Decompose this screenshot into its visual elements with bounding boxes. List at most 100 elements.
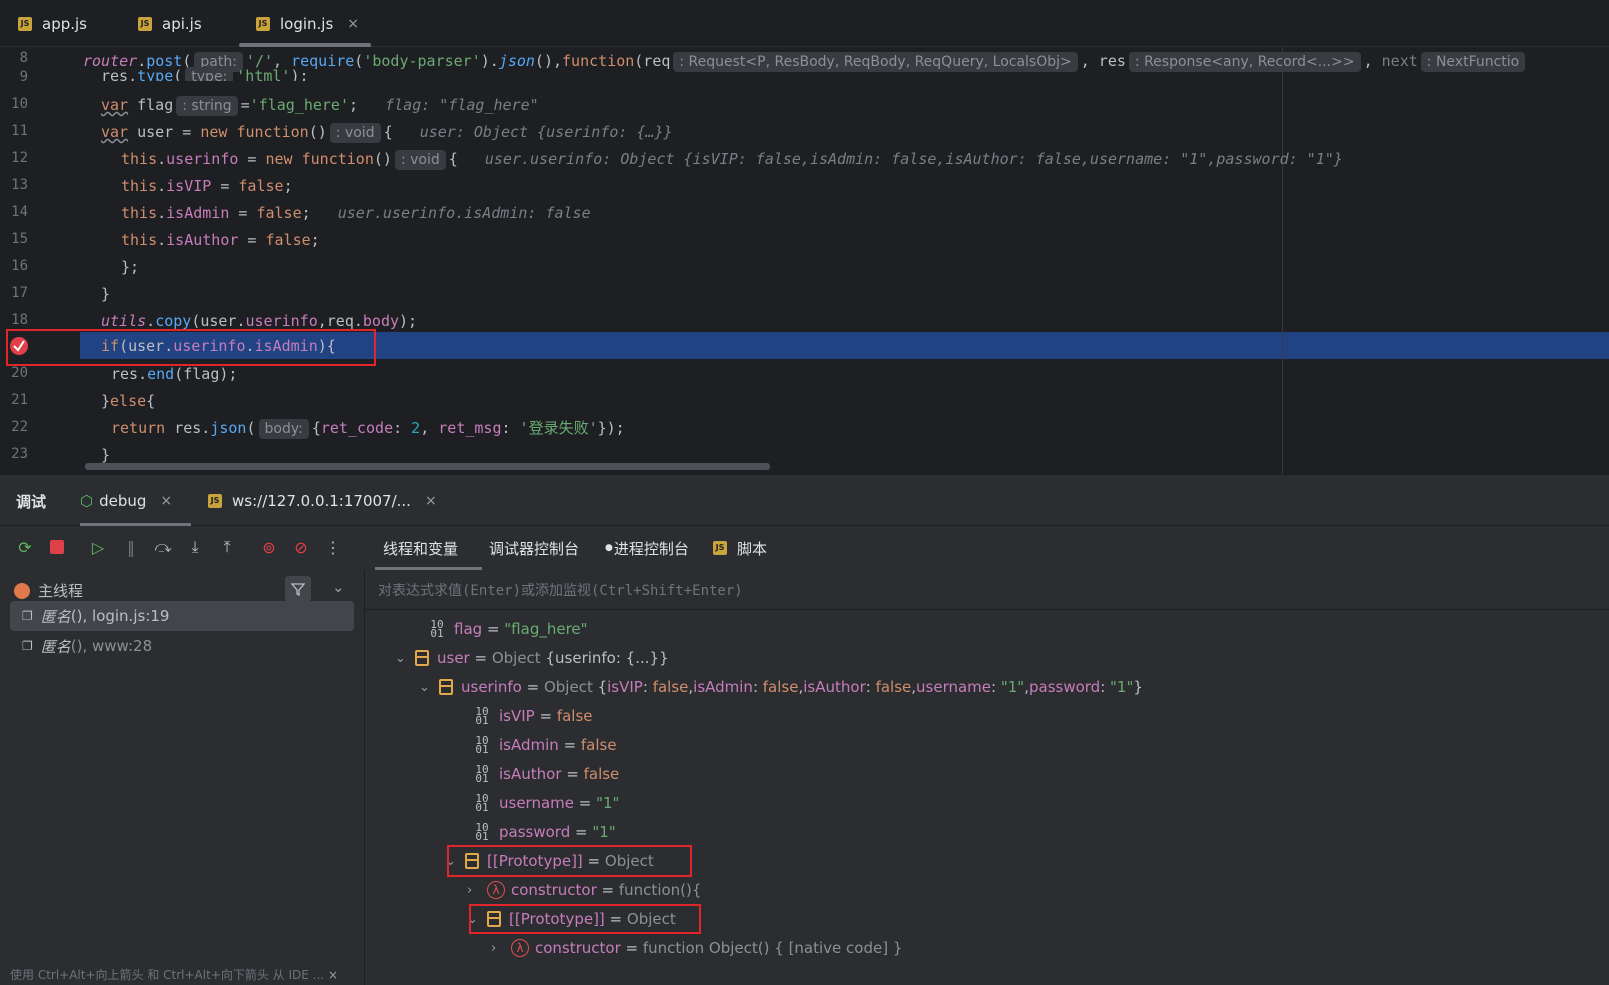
thread-selector[interactable]: 主线程	[14, 580, 83, 601]
chevron-right-icon[interactable]: ›	[467, 883, 487, 898]
debug-content-tabs: 线程和变量 调试器控制台 ● 进程控制台 JS 脚本	[365, 526, 1609, 570]
code-line-14: this.isAdmin = false; user.userinfo.isAd…	[121, 204, 591, 222]
var-row-isvip[interactable]: 10 01 isVIP = false	[473, 702, 592, 730]
code-line-9: res.type(type:'html');	[101, 67, 309, 81]
line-number: 9	[19, 69, 28, 81]
editor-tab-bar: JS app.js JS api.js JS login.js ×	[0, 0, 1609, 47]
step-out-icon[interactable]: ⤒	[216, 536, 238, 558]
stop-icon[interactable]	[46, 536, 68, 558]
var-row-isadmin[interactable]: 10 01 isAdmin = false	[473, 731, 616, 759]
line-number: 15	[11, 231, 28, 247]
line-number: 20	[11, 365, 28, 381]
line-number: 14	[11, 204, 28, 220]
primitive-icon: 10 01	[475, 734, 489, 756]
chevron-down-icon[interactable]: ⌄	[419, 680, 439, 695]
horizontal-scrollbar[interactable]	[85, 463, 770, 470]
highlight-box	[447, 845, 692, 877]
object-icon	[439, 679, 453, 695]
chevron-right-icon[interactable]: ›	[491, 941, 511, 956]
close-icon[interactable]: ×	[425, 493, 437, 509]
tab-debugger-console[interactable]: 调试器控制台	[489, 526, 579, 570]
primitive-icon: 10 01	[475, 821, 489, 843]
code-line-10: var flag: string ='flag_here'; flag: "fla…	[101, 96, 539, 116]
view-breakpoints-icon[interactable]: ⊚	[258, 536, 280, 558]
frame-icon: ❐	[22, 639, 33, 653]
evaluate-expression-input[interactable]: 对表达式求值(Enter)或添加监视(Ctrl+Shift+Enter)	[365, 570, 1609, 610]
step-over-icon[interactable]: ⤼	[152, 536, 174, 558]
line-number: 21	[11, 392, 28, 408]
close-icon[interactable]: ×	[328, 968, 338, 982]
tab-threads-variables[interactable]: 线程和变量	[383, 526, 458, 570]
line-number: 22	[11, 419, 28, 435]
code-line-13: this.isVIP = false;	[121, 177, 293, 195]
var-row-isauthor[interactable]: 10 01 isAuthor = false	[473, 760, 619, 788]
tab-api-js[interactable]: JS api.js	[138, 0, 202, 47]
code-editor[interactable]: 8 9 10 11 12 13 14 15 16 17 18 20 21 22 …	[0, 47, 1609, 474]
right-margin-guide	[1282, 47, 1283, 474]
chevron-down-icon[interactable]: ⌄	[332, 578, 345, 596]
code-line-12: this.userinfo = new function(): void{ us…	[121, 150, 1343, 170]
primitive-icon: 10 01	[475, 705, 489, 727]
function-icon: λ	[487, 881, 505, 899]
code-line-15: this.isAuthor = false;	[121, 231, 320, 249]
mute-breakpoints-icon[interactable]: ⊘	[290, 536, 312, 558]
nodejs-icon: ⬡	[80, 492, 94, 510]
stack-frame[interactable]: ❐ 匿名 (), www:28	[10, 631, 354, 661]
var-row-username[interactable]: 10 01 username = "1"	[473, 789, 619, 817]
stack-frame-selected[interactable]: ❐ 匿名 (), login.js:19	[10, 601, 354, 631]
primitive-icon: 10 01	[475, 792, 489, 814]
status-dot-icon: ●	[605, 543, 613, 553]
close-icon[interactable]: ×	[160, 493, 172, 509]
js-file-icon: JS	[208, 494, 222, 508]
var-row-constructor[interactable]: › λ constructor = function(){	[467, 876, 701, 904]
pause-icon[interactable]: ‖	[120, 536, 142, 558]
code-line-11: var user = new function(): void{ user: O…	[101, 123, 673, 143]
resume-icon[interactable]: ▷	[87, 536, 109, 558]
thread-status-icon	[14, 582, 30, 599]
highlight-box	[6, 329, 376, 366]
js-file-icon: JS	[138, 16, 152, 31]
js-file-icon: JS	[18, 16, 32, 31]
object-icon	[415, 650, 429, 666]
step-into-icon[interactable]: ⤓	[184, 536, 206, 558]
more-options-icon[interactable]: ⋮	[322, 536, 344, 558]
tab-ws-session[interactable]: JS ws://127.0.0.1:17007/... ×	[208, 475, 437, 527]
line-number: 16	[11, 258, 28, 274]
primitive-icon: 10 01	[475, 763, 489, 785]
frames-panel: 主线程 ⌄ ❐ 匿名 (), login.js:19 ❐ 匿名 (), www:28 使…	[0, 570, 365, 985]
line-number: 8	[19, 50, 28, 66]
var-row-flag[interactable]: 10 01 flag = "flag_here"	[428, 615, 587, 643]
line-number: 10	[11, 96, 28, 112]
debug-tool-window-header: 调试 ⬡ debug × JS ws://127.0.0.1:17007/... ×	[0, 474, 1609, 526]
function-icon: λ	[511, 939, 529, 957]
primitive-icon: 10 01	[430, 618, 444, 640]
code-line-22: return res.json(body: {ret_code: 2, ret_m…	[111, 419, 625, 439]
filter-icon[interactable]	[285, 576, 311, 602]
var-row-user[interactable]: ⌄ user = Object {userinfo: {...}}	[395, 644, 669, 672]
code-line-21: }else{	[101, 392, 156, 410]
tab-debug-session[interactable]: ⬡ debug ×	[80, 475, 172, 527]
hint-footer: 使用 Ctrl+Alt+向上箭头 和 Ctrl+Alt+向下箭头 从 IDE .…	[10, 968, 339, 982]
var-row-userinfo[interactable]: ⌄ userinfo = Object {isVIP: false, isAdmin…	[419, 673, 1143, 701]
line-number: 17	[11, 285, 28, 301]
tab-scripts[interactable]: JS 脚本	[713, 526, 767, 570]
close-icon[interactable]: ×	[347, 16, 359, 32]
tab-app-js[interactable]: JS app.js	[18, 0, 87, 47]
var-row-constructor-native[interactable]: › λ constructor = function Object() { [nat…	[491, 934, 902, 962]
frame-icon: ❐	[22, 609, 33, 623]
line-number: 12	[11, 150, 28, 166]
code-line-16: };	[121, 258, 140, 276]
variables-panel: 对表达式求值(Enter)或添加监视(Ctrl+Shift+Enter) 10 0…	[365, 570, 1609, 985]
chevron-down-icon[interactable]: ⌄	[395, 651, 415, 666]
line-number-gutter: 8 9 10 11 12 13 14 15 16 17 18 20 21 22 …	[0, 47, 80, 474]
tab-process-console[interactable]: ● 进程控制台	[605, 526, 689, 570]
rerun-icon[interactable]: ⟳	[14, 536, 36, 558]
js-file-icon: JS	[256, 16, 270, 31]
line-number: 23	[11, 446, 28, 462]
debug-panel-title: 调试	[16, 492, 47, 511]
debug-toolbar: ⟳ ▷ ‖ ⤼ ⤓ ⤒ ⊚ ⊘ ⋮	[0, 526, 365, 570]
line-number: 18	[11, 312, 28, 328]
var-row-password[interactable]: 10 01 password = "1"	[473, 818, 615, 846]
tab-login-js[interactable]: JS login.js ×	[256, 0, 359, 47]
line-number: 11	[11, 123, 28, 139]
